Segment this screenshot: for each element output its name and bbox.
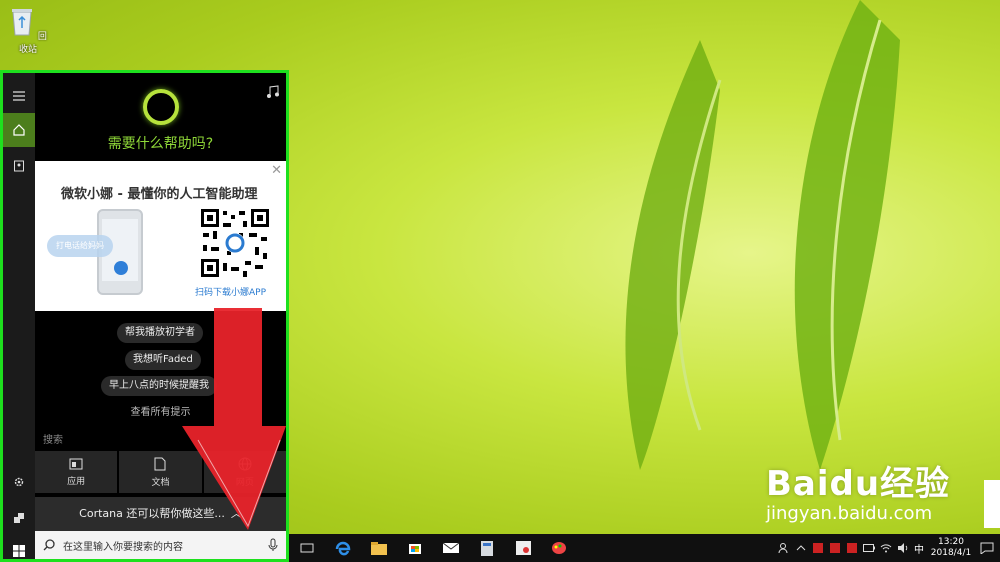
clock[interactable]: 13:20 2018/4/1 xyxy=(929,537,973,559)
gear-icon xyxy=(14,477,24,487)
people-icon[interactable] xyxy=(778,542,790,554)
chevron-up-icon[interactable] xyxy=(795,542,807,554)
recycle-bin-shortcut[interactable]: 回收站 xyxy=(6,6,50,55)
cortana-greeting: 需要什么帮助吗? xyxy=(107,136,214,152)
task-view-icon xyxy=(300,543,314,553)
cortana-ring-icon xyxy=(143,89,179,125)
search-icon xyxy=(43,539,55,551)
app-tray-icon[interactable] xyxy=(812,542,824,554)
store-icon xyxy=(409,544,421,554)
search-input[interactable]: 在这里输入你要搜索的内容 xyxy=(63,538,268,553)
clock-time: 13:20 xyxy=(938,537,964,547)
desktop-edge-window xyxy=(984,480,1000,528)
volume-icon[interactable] xyxy=(897,542,909,554)
close-icon[interactable]: ✕ xyxy=(271,163,282,178)
paint-icon xyxy=(552,542,566,554)
ime-indicator[interactable]: 中 xyxy=(914,541,924,556)
screenshot-icon xyxy=(515,541,531,555)
notebook-button[interactable] xyxy=(3,149,35,183)
file-explorer-button[interactable] xyxy=(361,534,397,562)
mail-icon xyxy=(443,542,459,553)
qr-code-icon xyxy=(199,207,271,279)
category-apps[interactable]: 应用 xyxy=(35,451,118,493)
category-label: 文档 xyxy=(151,477,170,488)
qr-caption: 扫码下载小娜APP xyxy=(195,288,267,298)
paint-button[interactable] xyxy=(541,534,577,562)
baidu-site: jingyan.baidu.com xyxy=(766,503,933,524)
system-tray: 中 13:20 2018/4/1 xyxy=(778,534,1000,562)
taskbar: 中 13:20 2018/4/1 xyxy=(289,534,1000,562)
hamburger-icon xyxy=(13,91,25,101)
task-view-button[interactable] xyxy=(289,534,325,562)
feedback-button[interactable] xyxy=(3,501,35,535)
apps-icon xyxy=(69,458,83,469)
search-section-header: 搜索 xyxy=(43,435,63,446)
start-button[interactable] xyxy=(3,534,35,562)
edge-button[interactable] xyxy=(325,534,361,562)
category-label: 应用 xyxy=(67,476,86,487)
battery-icon[interactable] xyxy=(863,542,875,554)
search-box[interactable]: 在这里输入你要搜索的内容 xyxy=(35,531,286,559)
phone-speech-bubble: 打电话给妈妈 xyxy=(47,235,113,257)
action-center-icon[interactable] xyxy=(978,542,996,554)
cortana-nav-rail xyxy=(3,73,35,559)
home-button[interactable] xyxy=(3,113,35,147)
feedback-icon xyxy=(14,513,24,523)
settings-button[interactable] xyxy=(3,465,35,499)
notebook-icon xyxy=(14,160,24,172)
app-tray-icon[interactable] xyxy=(846,542,858,554)
menu-button[interactable] xyxy=(3,79,35,113)
clock-date: 2018/4/1 xyxy=(930,548,972,558)
red-annotation-arrow xyxy=(182,308,286,530)
app-tray-icon[interactable] xyxy=(829,542,841,554)
mail-button[interactable] xyxy=(433,534,469,562)
recycle-bin-icon xyxy=(12,9,33,36)
store-button[interactable] xyxy=(397,534,433,562)
edge-icon xyxy=(335,541,351,556)
promo-title: 微软小娜 - 最懂你的人工智能助理 xyxy=(61,187,258,202)
file-explorer-icon xyxy=(371,541,387,555)
microphone-icon xyxy=(114,261,128,275)
calculator-icon xyxy=(481,540,493,556)
baidu-logo: Baidu经验 xyxy=(766,464,951,504)
calculator-button[interactable] xyxy=(469,534,505,562)
microphone-icon[interactable] xyxy=(268,538,278,552)
baidu-watermark: Baidu经验 jingyan.baidu.com xyxy=(766,456,950,524)
home-icon xyxy=(13,124,25,136)
network-icon[interactable] xyxy=(880,542,892,554)
music-note-icon[interactable] xyxy=(266,85,280,99)
cortana-app-promo-card[interactable]: ✕ 微软小娜 - 最懂你的人工智能助理 打电话给妈妈 扫码下载小娜APP xyxy=(35,161,286,311)
screenshot-button[interactable] xyxy=(505,534,541,562)
document-icon xyxy=(154,457,166,470)
windows-icon xyxy=(13,545,25,557)
